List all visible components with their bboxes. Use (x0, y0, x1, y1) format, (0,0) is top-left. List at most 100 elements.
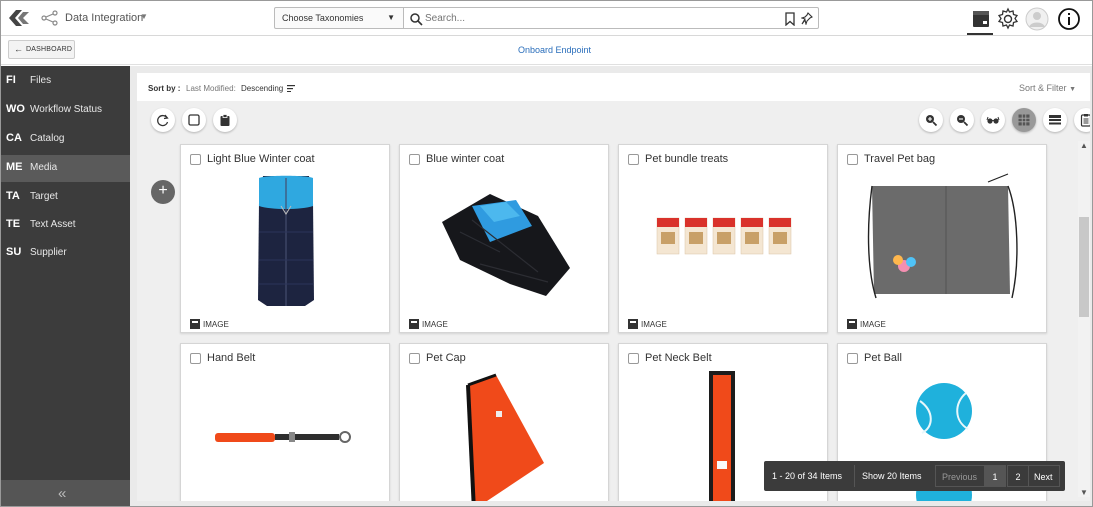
card-title: Pet Ball (864, 352, 902, 364)
sidebar-item-text-asset[interactable]: TE Text Asset (1, 212, 130, 239)
sidebar-item-target[interactable]: TA Target (1, 184, 130, 211)
image-type-icon (409, 319, 419, 329)
sidebar-item-files[interactable]: FI Files (1, 68, 130, 95)
image-type-icon (847, 319, 857, 329)
card-type-badge: IMAGE (847, 319, 886, 329)
hand-belt-image (215, 431, 351, 443)
media-card-pet-bundle-treats[interactable]: Pet bundle treats IMAGE (618, 144, 828, 333)
media-card-pet-cap[interactable]: Pet Cap (399, 343, 609, 501)
card-checkbox[interactable] (628, 353, 639, 364)
sidebar-item-media[interactable]: ME Media (1, 155, 130, 182)
preview-button[interactable] (981, 108, 1005, 132)
vertical-scrollbar[interactable]: ▲ ▼ (1078, 141, 1090, 497)
scroll-up-icon[interactable]: ▲ (1080, 141, 1088, 150)
image-type-icon (628, 319, 638, 329)
card-checkbox[interactable] (190, 154, 201, 165)
card-checkbox[interactable] (190, 353, 201, 364)
notebook-icon[interactable] (969, 7, 993, 31)
sidebar-item-catalog[interactable]: CA Catalog (1, 126, 130, 153)
media-card-light-blue-winter-coat[interactable]: Light Blue Winter coat IMAGE (180, 144, 390, 333)
clipboard-button[interactable] (213, 108, 237, 132)
page-title[interactable]: Onboard Endpoint (518, 45, 591, 55)
previous-page-button[interactable]: Previous (935, 465, 985, 487)
sidebar-item-label: Target (30, 191, 58, 202)
sidebar-item-label: Files (30, 75, 52, 86)
card-checkbox[interactable] (847, 353, 858, 364)
pagination-bar: 1 - 20 of 34 Items Show 20 Items Previou… (764, 461, 1065, 491)
card-title: Pet bundle treats (645, 153, 729, 165)
card-checkbox[interactable] (847, 154, 858, 165)
add-button[interactable]: + (151, 180, 175, 204)
taxonomy-select[interactable]: Choose Taxonomies ▼ (274, 7, 404, 29)
card-type-badge: IMAGE (628, 319, 667, 329)
chevron-down-icon[interactable]: ▼ (140, 12, 148, 21)
sidebar-collapse-button[interactable]: « (1, 480, 130, 506)
chevron-down-icon: ▼ (387, 13, 395, 22)
pin-icon[interactable] (801, 12, 813, 25)
sidebar-item-label: Workflow Status (30, 104, 103, 115)
checkbox-icon (188, 114, 200, 126)
card-checkbox[interactable] (409, 154, 420, 165)
app-switcher[interactable]: Data Integration (65, 12, 143, 24)
zoom-out-icon (957, 115, 969, 127)
sort-filter-dropdown[interactable]: Sort & Filter ▼ (1019, 83, 1076, 93)
zoom-out-button[interactable] (950, 108, 974, 132)
refresh-icon (157, 114, 169, 127)
page-size-label: Show 20 Items (862, 471, 922, 481)
card-checkbox[interactable] (409, 353, 420, 364)
double-chevron-left-icon: « (58, 485, 67, 502)
top-header: Data Integration ▼ Choose Taxonomies ▼ (1, 1, 1092, 36)
sort-descending-icon[interactable] (287, 85, 295, 92)
select-all-button[interactable] (182, 108, 206, 132)
list-view-button[interactable] (1043, 108, 1067, 132)
page-2-button[interactable]: 2 (1007, 465, 1029, 487)
share-icon (41, 10, 58, 26)
pet-cap-image (466, 373, 544, 501)
sidebar-item-label: Catalog (30, 133, 65, 144)
page-size-button[interactable]: Show 20 Items (854, 465, 928, 487)
list-view-icon (1049, 115, 1061, 125)
info-icon[interactable] (1057, 7, 1081, 31)
gear-icon[interactable] (996, 7, 1020, 31)
app-logo-icon[interactable] (6, 6, 32, 30)
sidebar: FI Files WO Workflow Status CA Catalog M… (1, 66, 130, 506)
arrow-left-icon: ← (14, 44, 23, 54)
next-page-button[interactable]: Next (1028, 465, 1060, 487)
dashboard-button[interactable]: ← DASHBOARD (8, 40, 75, 59)
plus-icon: + (158, 182, 168, 199)
search-input[interactable] (425, 11, 765, 26)
scrollbar-thumb[interactable] (1079, 217, 1089, 317)
sidebar-item-workflow-status[interactable]: WO Workflow Status (1, 97, 130, 124)
card-checkbox[interactable] (628, 154, 639, 165)
media-card-blue-winter-coat[interactable]: Blue winter coat IMAGE (399, 144, 609, 333)
taxonomy-select-label: Choose Taxonomies (282, 13, 364, 23)
media-panel: Sort by : Last Modified: Descending Sort… (137, 73, 1090, 501)
chevron-down-icon: ▼ (1069, 86, 1076, 93)
sort-order[interactable]: Descending (241, 84, 283, 93)
sort-field[interactable]: Last Modified: (186, 84, 236, 93)
media-grid-area: + Light Blue Winter coat IMAGE Blue wint… (137, 101, 1090, 501)
sidebar-item-abbr: WO (6, 103, 25, 115)
image-type-icon (190, 319, 200, 329)
main-content: Sort by : Last Modified: Descending Sort… (130, 66, 1092, 506)
sidebar-item-supplier[interactable]: SU Supplier (1, 240, 130, 267)
sidebar-item-abbr: TA (6, 190, 20, 202)
grid-view-button[interactable] (1012, 108, 1036, 132)
details-view-button[interactable] (1074, 108, 1090, 132)
media-card-hand-belt[interactable]: Hand Belt (180, 343, 390, 501)
page-1-button[interactable]: 1 (984, 465, 1006, 487)
search-icon[interactable] (409, 12, 423, 26)
avatar[interactable] (1025, 7, 1049, 31)
item-count: 1 - 20 of 34 Items (772, 471, 843, 481)
bookmark-icon[interactable] (784, 12, 796, 26)
sidebar-item-label: Text Asset (30, 219, 76, 230)
sort-filter-label: Sort & Filter (1019, 83, 1067, 93)
zoom-in-button[interactable] (919, 108, 943, 132)
card-title: Travel Pet bag (864, 153, 936, 165)
sidebar-item-abbr: CA (6, 132, 22, 144)
refresh-button[interactable] (151, 108, 175, 132)
scroll-down-icon[interactable]: ▼ (1080, 488, 1088, 497)
sort-bar: Sort by : Last Modified: Descending Sort… (137, 73, 1090, 101)
media-card-travel-pet-bag[interactable]: Travel Pet bag IMAGE (837, 144, 1047, 333)
clipboard-list-icon (1080, 114, 1090, 127)
